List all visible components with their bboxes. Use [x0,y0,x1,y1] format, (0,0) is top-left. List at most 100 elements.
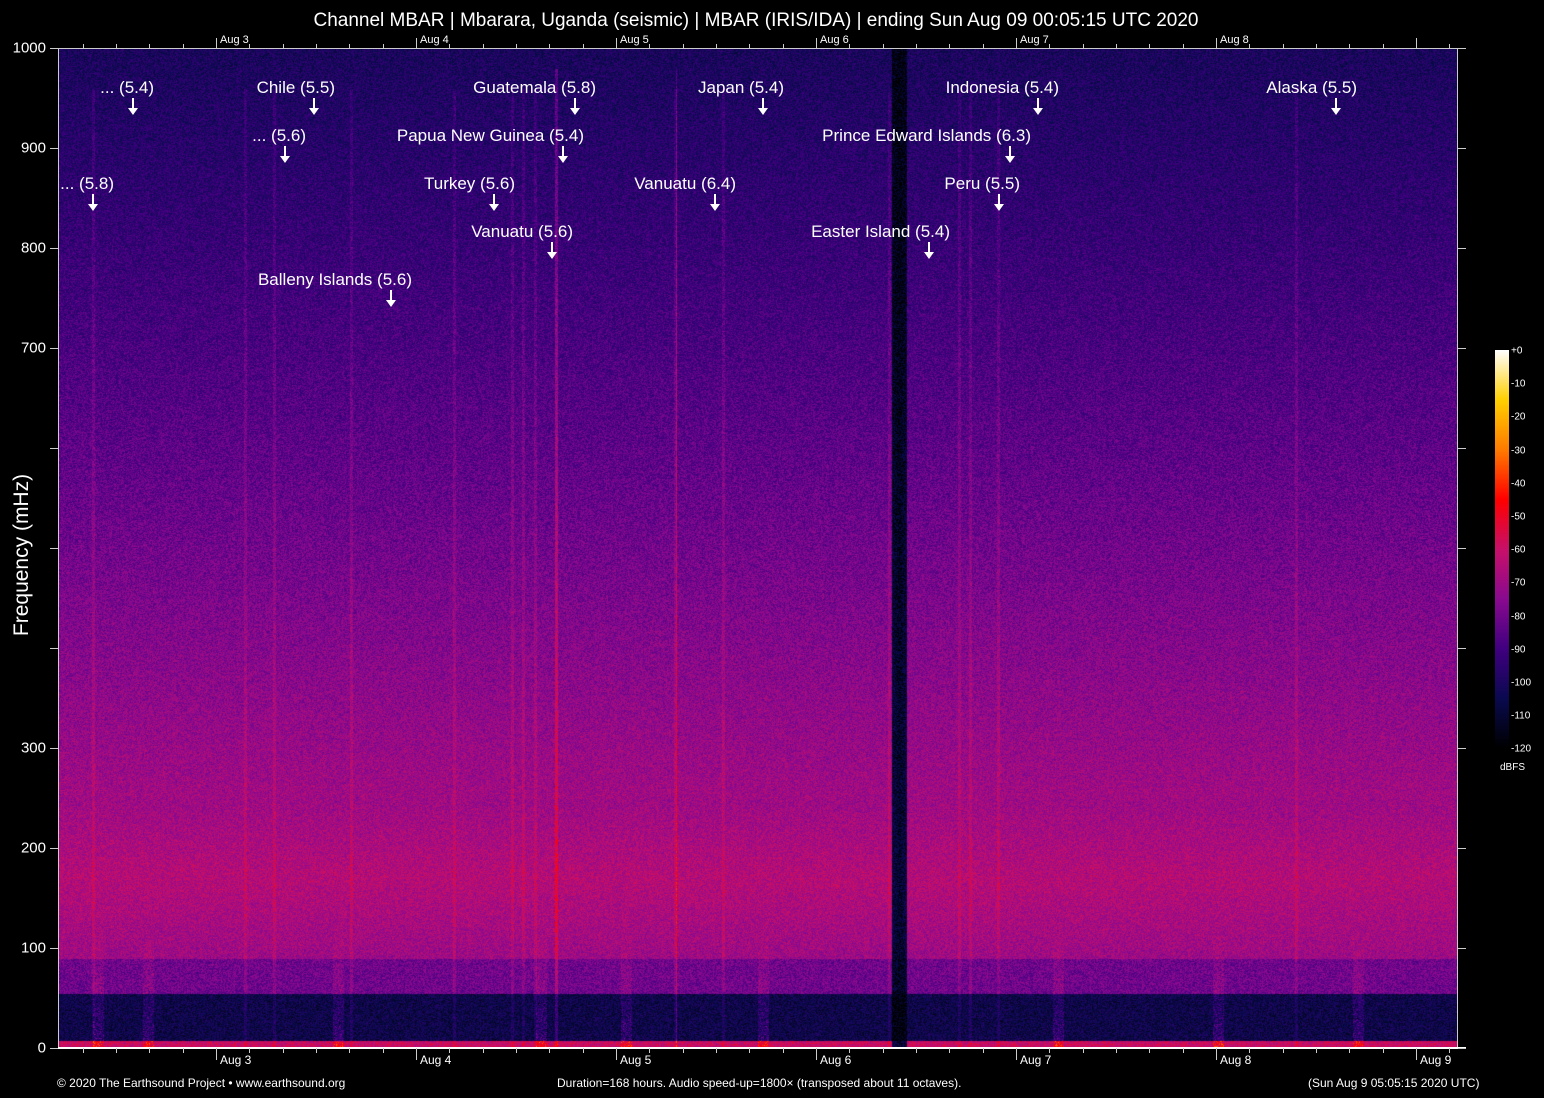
x-date-label-bottom: Aug 8 [1220,1053,1252,1067]
x-tick-bottom [616,1048,617,1060]
y-tick-left [50,748,58,749]
x-tick-top [1082,44,1084,48]
x-tick-bottom [1282,1048,1284,1053]
x-tick-bottom [582,1048,584,1053]
x-tick-top [916,44,917,48]
x-date-label-bottom: Aug 4 [420,1053,452,1067]
y-tick-left [50,348,58,349]
x-tick-top [949,44,951,48]
x-tick-top [982,44,984,48]
x-tick-bottom [282,1048,284,1053]
x-tick-bottom [516,1048,517,1053]
x-date-label-top: Aug 7 [1020,34,1049,46]
x-tick-bottom [182,1048,184,1053]
y-tick-left [50,948,58,949]
y-tick-right [1458,1048,1466,1049]
x-tick-top [549,44,551,48]
x-date-label-bottom: Aug 9 [1420,1053,1452,1067]
event-label: Easter Island (5.4) [811,222,950,241]
x-tick-top [116,44,117,48]
y-tick-left [50,548,58,549]
x-tick-bottom [916,1048,917,1053]
event-label: Vanuatu (6.4) [634,174,736,193]
colorbar-tick-label: -30 [1511,445,1526,457]
y-tick-left [50,848,58,849]
event-label: Chile (5.5) [256,78,335,97]
copyright-text: © 2020 The Earthsound Project • www.eart… [57,1076,346,1090]
x-tick-top [482,44,484,48]
x-tick-bottom [882,1048,884,1053]
y-tick-right [1458,148,1466,149]
x-tick-top [1116,44,1117,48]
colorbar-tick-label: -120 [1511,743,1532,755]
x-tick-top [1349,44,1351,48]
x-tick-bottom [1182,1048,1184,1053]
event-label: Alaska (5.5) [1266,78,1357,97]
x-date-label-bottom: Aug 7 [1020,1053,1052,1067]
x-date-label-bottom: Aug 5 [620,1053,652,1067]
x-tick-bottom [1082,1048,1084,1053]
y-tick-label: 700 [20,339,46,357]
x-tick-top [316,44,317,48]
x-tick-top [882,44,884,48]
x-tick-bottom [1149,1048,1151,1053]
plot-frame [58,48,1458,1048]
event-label: Indonesia (5.4) [945,78,1059,97]
event-label: ... (5.4) [100,78,154,97]
colorbar-tick-label: -110 [1511,710,1531,722]
x-tick-top [1182,44,1184,48]
x-tick-bottom [782,1048,784,1053]
event-label: ... (5.6) [252,126,306,145]
x-tick-top [416,38,417,48]
colorbar-unit: dBFS [1500,762,1526,773]
x-tick-top [782,44,784,48]
x-date-label-top: Aug 6 [820,34,849,46]
x-tick-top [1449,44,1451,48]
event-label: Japan (5.4) [698,78,784,97]
colorbar-tick-label: +0 [1511,345,1523,357]
y-tick-left [50,1048,58,1049]
x-tick-bottom [349,1048,351,1053]
x-tick-top [616,38,617,48]
y-tick-left [50,248,58,249]
y-tick-right [1458,48,1466,49]
x-tick-top [516,44,517,48]
x-tick-top [749,44,751,48]
x-tick-bottom [1382,1048,1384,1053]
x-tick-top [1016,38,1017,48]
x-tick-top [649,44,651,48]
y-tick-right [1458,748,1466,749]
x-tick-top [249,44,251,48]
colorbar-tick-label: -20 [1511,411,1526,423]
event-label: Balleny Islands (5.6) [257,270,412,289]
x-tick-top [582,44,584,48]
x-tick-bottom [1316,1048,1317,1053]
x-tick-bottom [316,1048,317,1053]
y-tick-right [1458,448,1466,449]
x-tick-top [1249,44,1251,48]
x-tick-top [1382,44,1384,48]
y-tick-label: 100 [20,939,46,957]
x-date-label-top: Aug 8 [1220,34,1249,46]
x-tick-bottom [216,1048,217,1060]
y-tick-label: 0 [37,1039,46,1057]
y-tick-right [1458,848,1466,849]
y-tick-left [50,48,58,49]
x-tick-bottom [982,1048,984,1053]
colorbar-tick-label: -50 [1511,511,1526,523]
x-tick-top [216,38,217,48]
x-tick-bottom [116,1048,117,1053]
x-tick-bottom [682,1048,684,1053]
x-tick-top [1216,38,1217,48]
x-tick-top [682,44,684,48]
y-tick-right [1458,348,1466,349]
x-tick-bottom [1216,1048,1217,1060]
x-tick-top [816,38,817,48]
x-tick-bottom [416,1048,417,1060]
event-label: Prince Edward Islands (6.3) [822,126,1031,145]
x-tick-bottom [949,1048,951,1053]
x-axis-line [58,1047,1466,1049]
x-tick-top [182,44,184,48]
y-tick-left [50,648,58,649]
x-date-label-bottom: Aug 6 [820,1053,852,1067]
